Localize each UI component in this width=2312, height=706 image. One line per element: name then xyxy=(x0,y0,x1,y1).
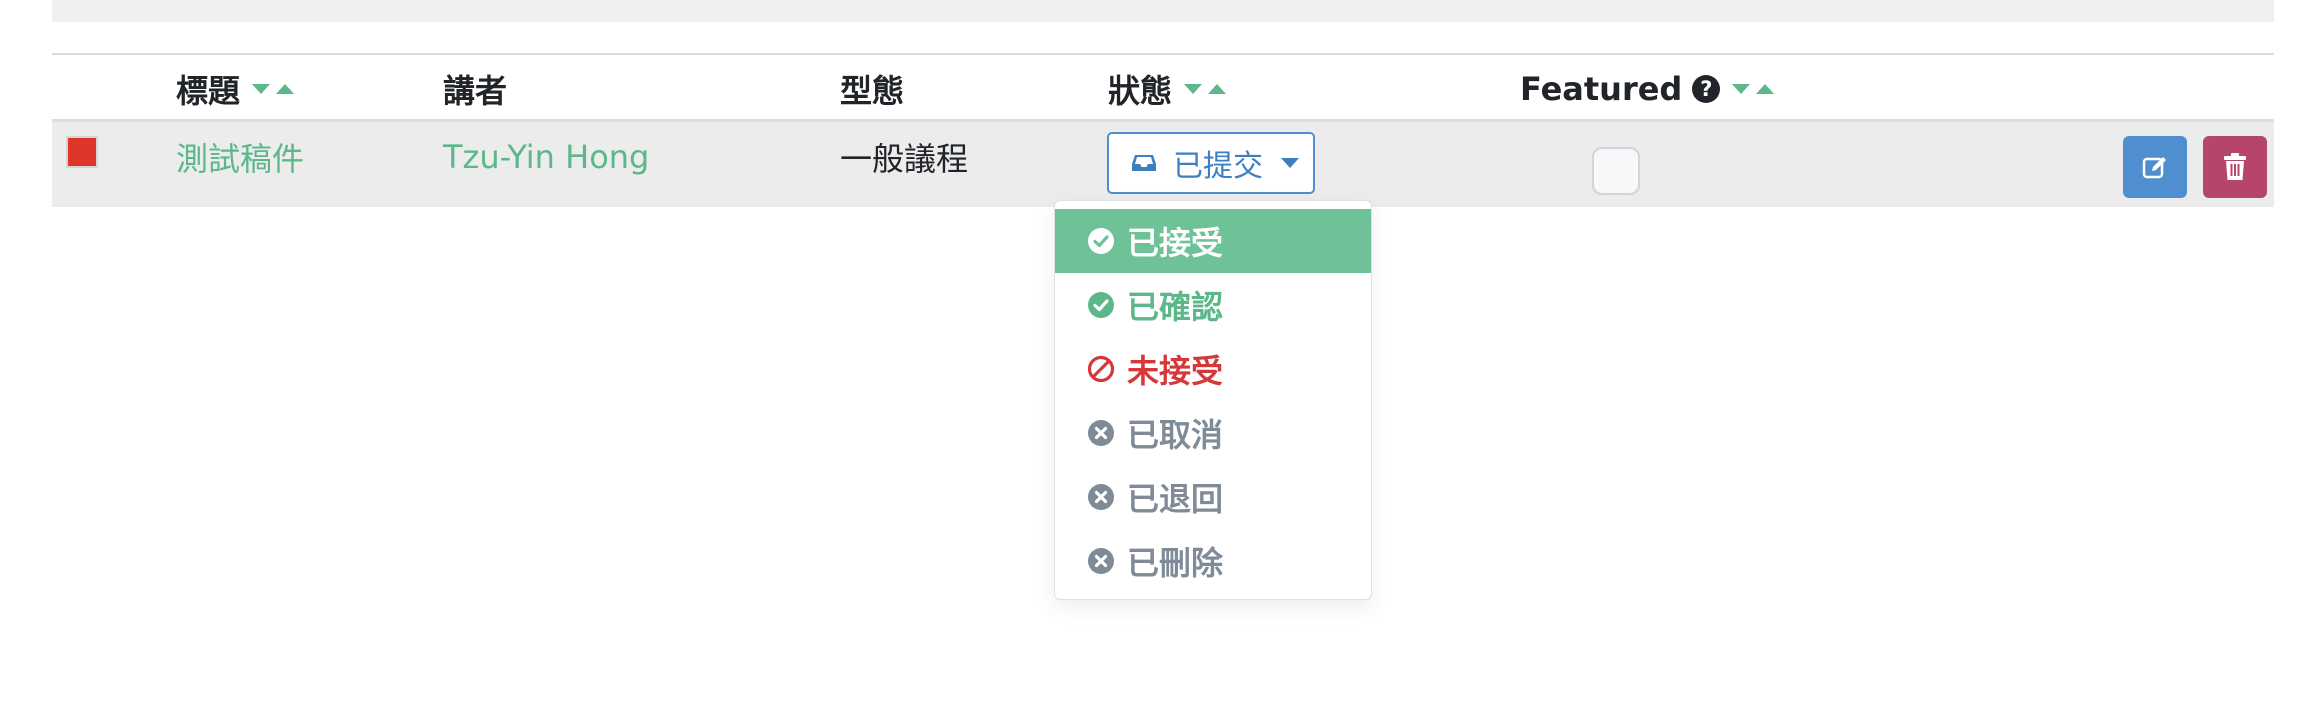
sort-asc-icon[interactable] xyxy=(276,84,295,94)
menu-item-returned[interactable]: 已退回 xyxy=(1055,465,1371,529)
chevron-down-icon xyxy=(1281,158,1299,168)
trash-icon xyxy=(2224,153,2246,180)
check-circle-icon xyxy=(1088,292,1114,318)
edit-icon xyxy=(2142,157,2166,179)
menu-item-accepted[interactable]: 已接受 xyxy=(1055,209,1371,273)
menu-item-cancelled[interactable]: 已取消 xyxy=(1055,401,1371,465)
check-circle-icon xyxy=(1088,228,1114,254)
top-panel xyxy=(52,0,2274,22)
sort-controls-featured xyxy=(1732,84,1775,94)
column-header-speaker: 講者 xyxy=(443,72,508,110)
question-circle-icon[interactable]: ? xyxy=(1692,75,1721,103)
table-top-divider xyxy=(52,53,2274,55)
column-header-status: 狀態 xyxy=(1108,64,1227,114)
menu-item-confirmed[interactable]: 已確認 xyxy=(1055,273,1371,337)
sort-desc-icon[interactable] xyxy=(1732,84,1751,94)
sort-asc-icon[interactable] xyxy=(1756,84,1775,94)
status-dropdown-menu: 已接受 已確認 未接受 已取消 已退回 已刪除 xyxy=(1054,200,1372,600)
sort-controls-title xyxy=(252,84,295,94)
edit-button[interactable] xyxy=(2123,136,2187,198)
menu-item-rejected[interactable]: 未接受 xyxy=(1055,337,1371,401)
featured-checkbox[interactable] xyxy=(1592,147,1640,195)
status-current-label: 已提交 xyxy=(1173,149,1263,184)
sort-controls-status xyxy=(1184,84,1227,94)
inbox-icon xyxy=(1132,155,1156,171)
menu-item-deleted[interactable]: 已刪除 xyxy=(1055,529,1371,593)
status-dropdown-button[interactable]: 已提交 xyxy=(1107,132,1315,194)
sort-desc-icon[interactable] xyxy=(1184,84,1203,94)
ban-icon xyxy=(1087,355,1115,383)
column-header-title: 標題 xyxy=(176,64,295,114)
color-swatch xyxy=(66,136,98,168)
row-speaker-link[interactable]: Tzu-Yin Hong xyxy=(443,132,649,182)
x-circle-icon xyxy=(1088,420,1114,446)
row-title-link[interactable]: 測試稿件 xyxy=(176,132,304,182)
column-header-type: 型態 xyxy=(840,72,905,110)
row-type: 一般議程 xyxy=(840,140,969,178)
sort-asc-icon[interactable] xyxy=(1208,84,1227,94)
x-circle-icon xyxy=(1088,484,1114,510)
column-header-featured: Featured ? xyxy=(1520,64,1775,114)
x-circle-icon xyxy=(1088,548,1114,574)
sort-desc-icon[interactable] xyxy=(252,84,271,94)
delete-button[interactable] xyxy=(2203,136,2267,198)
